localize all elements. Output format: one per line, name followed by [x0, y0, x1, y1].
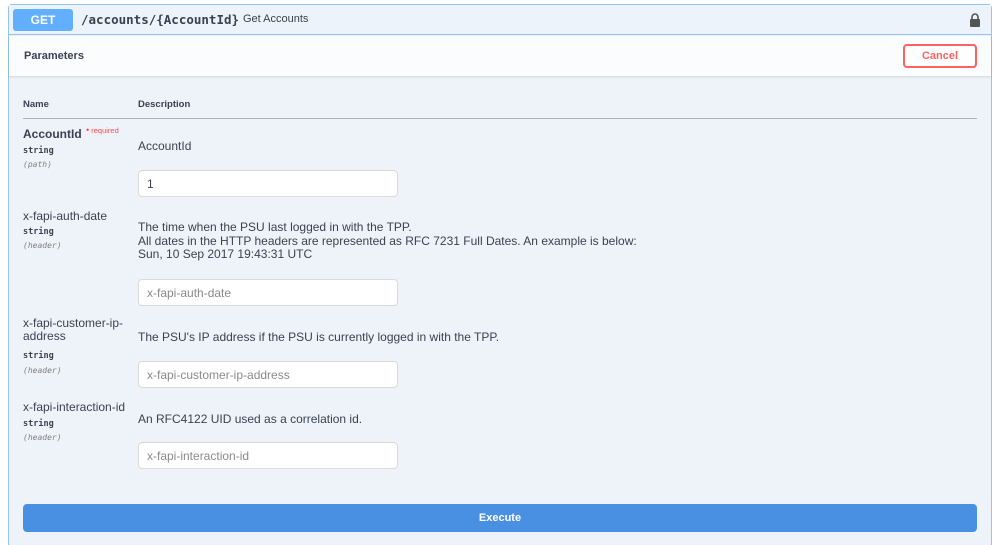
method-badge: GET [13, 9, 73, 31]
param-description: An RFC4122 UID used as a correlation id. [138, 412, 363, 426]
operation-block: GET /accounts/{AccountId} Get Accounts P… [8, 4, 992, 545]
param-location: (header) [23, 366, 62, 375]
column-header-description: Description [138, 99, 191, 110]
param-location: (header) [23, 241, 62, 250]
interaction-id-input[interactable] [138, 442, 398, 469]
param-description: AccountId [138, 139, 192, 153]
param-name-line: address [23, 329, 66, 343]
param-name-accountid: AccountId [23, 127, 82, 141]
description-line: All dates in the HTTP headers are repres… [138, 233, 637, 248]
param-type: string [23, 351, 54, 361]
auth-date-input[interactable] [138, 279, 398, 306]
parameters-title: Parameters [24, 50, 84, 62]
param-description: The PSU's IP address if the PSU is curre… [138, 330, 500, 344]
cancel-button[interactable]: Cancel [903, 44, 977, 68]
accountid-input[interactable] [138, 170, 398, 197]
param-description: The time when the PSU last logged in wit… [138, 220, 637, 262]
customer-ip-input[interactable] [138, 361, 398, 388]
parameters-header: Parameters Cancel [9, 36, 991, 76]
required-label: required [91, 126, 119, 135]
lock-icon[interactable] [969, 13, 981, 27]
operation-path: /accounts/{AccountId} [81, 12, 240, 27]
param-type: string [23, 146, 54, 156]
operation-summary[interactable]: GET /accounts/{AccountId} Get Accounts [9, 5, 991, 35]
param-type: string [23, 227, 54, 237]
description-line: Sun, 10 Sep 2017 19:43:31 UTC [138, 247, 313, 261]
header-divider [23, 118, 977, 119]
param-type: string [23, 419, 54, 429]
column-header-name: Name [23, 99, 49, 110]
param-location: (path) [23, 160, 52, 169]
description-line: The time when the PSU last logged in wit… [138, 220, 412, 234]
param-name-line: x-fapi-customer-ip- [23, 316, 124, 330]
param-name-customer-ip: x-fapi-customer-ip- address [23, 317, 123, 343]
param-name-auth-date: x-fapi-auth-date [23, 209, 108, 223]
required-marker: • required [86, 125, 119, 135]
param-name-interaction-id: x-fapi-interaction-id [23, 400, 126, 414]
execute-button[interactable]: Execute [23, 504, 977, 532]
param-location: (header) [23, 433, 62, 442]
operation-summary-text: Get Accounts [243, 13, 309, 25]
